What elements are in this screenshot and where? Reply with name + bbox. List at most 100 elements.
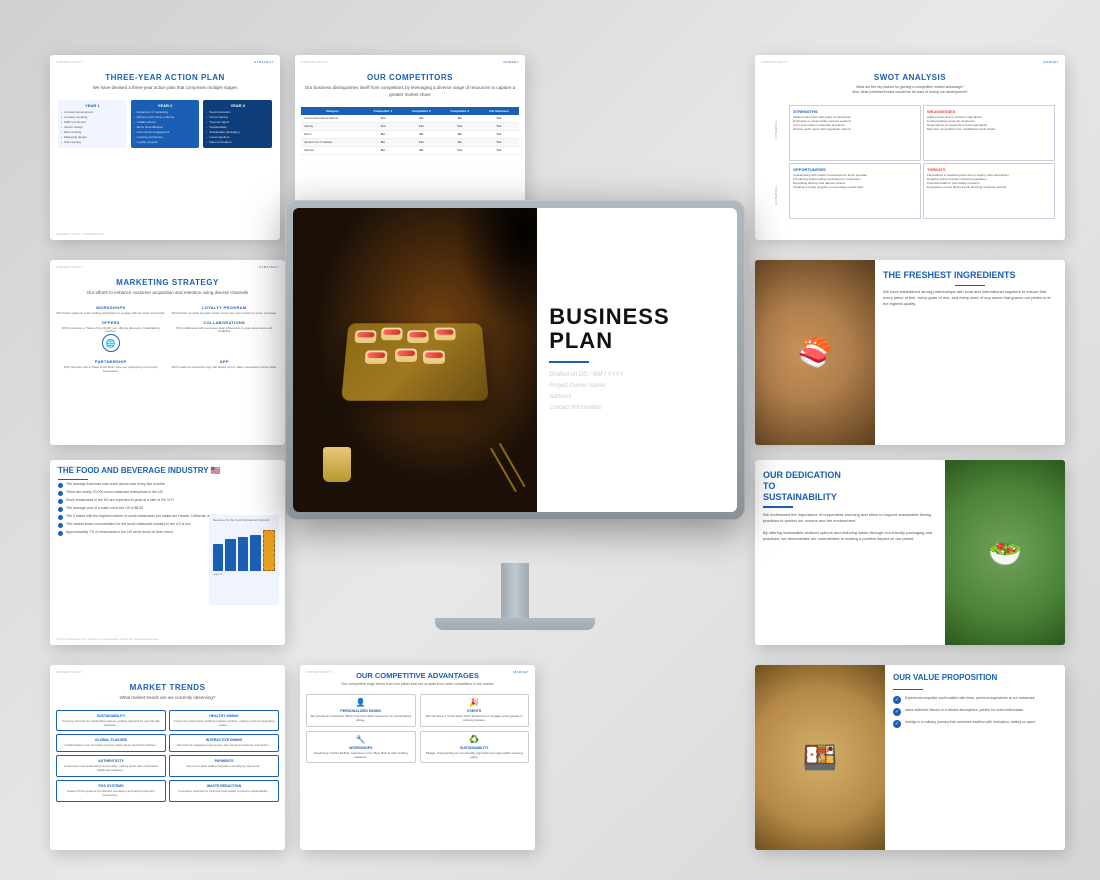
imac-screen-outer: BUSINESS PLAN Drafted on DD / MM / YYYY … (285, 200, 745, 520)
trend-sustainability: SUSTAINABILITY Growing demand for sustai… (56, 710, 166, 732)
bp-slide: BUSINESS PLAN Drafted on DD / MM / YYYY … (293, 208, 737, 512)
marketing-label-left: OPPORTUNITY (56, 265, 83, 269)
food-bev-item-2: There are nearly 20,000 sushi restaurant… (58, 490, 277, 496)
workshops-label: WORKSHOPS (310, 746, 412, 750)
comp-row-5-c1: No (364, 146, 402, 154)
swot-question: What are the key factors for gaining a c… (755, 85, 1065, 99)
trend-payments: PAYMENTS App and mobile wallet integrati… (169, 755, 279, 777)
marketing-subtitle: Our efforts to enhance customer acquisit… (50, 290, 285, 300)
comp-row-1-c1: Yes (364, 115, 402, 123)
competitors-table: Category Competitor 1 Competitor 2 Compe… (301, 107, 519, 155)
year-1-item-3: Staff recruitment (61, 120, 124, 124)
comp-row-5-us: Yes (479, 146, 519, 154)
sushi-piece-7 (423, 350, 445, 363)
slide-action-plan: OPPORTUNITY STRATEGY THREE-YEAR ACTION P… (50, 55, 280, 240)
bullet-2 (58, 491, 63, 496)
sushi-piece-4 (434, 328, 456, 341)
year-3-item-2: Cross-training (206, 115, 269, 119)
comp-col-3: Competitor 3 (441, 107, 479, 115)
value-prop-item-3-text: Indulge in a culinary journey that combi… (905, 720, 1036, 725)
year-1-item-5: Menu testing (61, 130, 124, 134)
check-icon-2: ✓ (893, 708, 901, 716)
mktg-offers-text: WOI introduces a 'Taste of the Month' se… (56, 327, 166, 335)
food-bev-item-6-text: The market share concentration for the s… (66, 522, 191, 526)
scene: OPPORTUNITY STRATEGY THREE-YEAR ACTION P… (0, 0, 1100, 880)
mktg-workshops: WORKSHOPS WOI hosts quarterly sushi-maki… (56, 305, 166, 316)
workshops-icon: 🔧 (310, 735, 412, 744)
mktg-collaborations-title: COLLABORATIONS (170, 320, 280, 325)
imac-screen-inner: BUSINESS PLAN Drafted on DD / MM / YYYY … (293, 208, 737, 512)
comp-row-4-us: Yes (479, 138, 519, 146)
comp-row-1: Last-minute Reservations Yes No No Yes (301, 115, 519, 123)
mktg-offers-title: OFFERS (56, 320, 166, 325)
comp-row-4-c3: No (441, 138, 479, 146)
trend-pos-title: POS SYSTEMS (60, 784, 162, 788)
bullet-6 (58, 523, 63, 528)
trend-waste-title: WASTE REDUCTION (173, 784, 275, 788)
comp-adv-personalized: 👤 PERSONALIZED DINING We provide an inte… (306, 694, 416, 727)
swot-weaknesses: WEAKNESSES Higher prices due to premium … (923, 105, 1055, 161)
mktg-partnership: PARTNERSHIP WOI partners with a 'Taste o… (56, 359, 166, 374)
swot-opportunities-text: Collaborating with nearby businesses for… (793, 174, 917, 190)
sustainability-title: OUR DEDICATIONTOSUSTAINABILITY (763, 470, 937, 502)
food-bev-line (58, 479, 88, 481)
swot-label-left: OPPORTUNITY (761, 60, 788, 64)
sushi-piece-2 (381, 328, 403, 341)
value-prop-item-1-text: Experience exquisite sushi crafted with … (905, 696, 1035, 701)
events-text: We introduce a 'Yoshi Sushi Chef' Experi… (424, 715, 526, 723)
mktg-offers: OFFERS WOI introduces a 'Taste of the Mo… (56, 320, 166, 356)
sushi-placeholder: 🍣 (755, 260, 875, 445)
bar-1 (213, 544, 223, 571)
ink-splash (457, 208, 537, 328)
bullet-3 (58, 499, 63, 504)
comp-adv-label-left: OPPORTUNITY (306, 670, 333, 674)
trend-pos: POS SYSTEMS Modern POS systems for effic… (56, 780, 166, 802)
action-plan-footer-left: BUSINESS PLAN - CONFIDENTIAL (56, 232, 105, 236)
value-prop-layout: 🍱 OUR VALUE PROPOSITION ✓ Experience exq… (755, 665, 1065, 850)
year-1-item-2: Location scouting (61, 115, 124, 119)
personalized-label: PERSONALIZED DINING (310, 709, 412, 713)
marketing-title: MARKETING STRATEGY (50, 270, 285, 290)
food-bev-item-1: The average American eats sushi about on… (58, 482, 277, 488)
comp-row-2: Variety Yes Yes Yes Yes (301, 122, 519, 130)
sushi-board (341, 323, 489, 400)
sushi-piece-6 (395, 349, 417, 362)
chopstick-1 (490, 448, 517, 492)
check-icon-1: ✓ (893, 696, 901, 704)
food-bev-item-3-text: Sushi restaurants in the US are expected… (66, 498, 174, 502)
sustainability-icon: ♻️ (424, 735, 526, 744)
swot-strengths-title: STRENGTHS (793, 109, 917, 114)
swot-label-internal: INTERNAL (771, 101, 781, 157)
comp-row-1-us: Yes (479, 115, 519, 123)
comp-col-category: Category (301, 107, 364, 115)
sustainability-image: 🥗 (945, 460, 1065, 645)
swot-title: SWOT ANALYSIS (755, 65, 1065, 85)
trend-global-title: GLOBAL FLAVORS (60, 738, 162, 742)
year-3-item-6: Local suppliers (206, 135, 269, 139)
comp-row-4-cat: Options for Omakase (301, 138, 364, 146)
comp-row-3-cat: Menu (301, 130, 364, 138)
competitors-table-wrap: Category Competitor 1 Competitor 2 Compe… (295, 102, 525, 160)
year-1-item-6: Marketing design (61, 135, 124, 139)
comp-col-2: Competitor 2 (402, 107, 440, 115)
food-bev-item-5-text: The 3 states with the highest number of … (66, 514, 229, 518)
comp-adv-title: OUR COMPETITIVE ADVANTAGES (300, 665, 535, 682)
sustainability-content: OUR DEDICATIONTOSUSTAINABILITY We unders… (755, 460, 945, 645)
trend-pos-text: Modern POS systems for efficient operati… (60, 790, 162, 798)
mktg-workshops-text: WOI hosts quarterly sushi-making worksho… (56, 312, 166, 316)
rolls-placeholder: 🍱 (755, 665, 885, 850)
swot-opportunities-title: OPPORTUNITIES (793, 167, 917, 172)
competitors-title: OUR COMPETITORS (295, 65, 525, 85)
year-2-item-4: Menu diversification (134, 125, 197, 129)
comp-col-1: Competitor 1 (364, 107, 402, 115)
personalized-text: We provide an interactive 'Build-Your-Ow… (310, 715, 412, 723)
sustainability-label: SUSTAINABILITY (424, 746, 526, 750)
slide-swot: OPPORTUNITY MARKET SWOT ANALYSIS What ar… (755, 55, 1065, 240)
trend-authenticity-title: AUTHENTICITY (60, 759, 162, 763)
slide-value-prop: 🍱 OUR VALUE PROPOSITION ✓ Experience exq… (755, 665, 1065, 850)
year-3-item-1: Second location (206, 110, 269, 114)
marketing-grid: WORKSHOPS WOI hosts quarterly sushi-maki… (50, 301, 285, 378)
comp-row-5-cat: Sauces (301, 146, 364, 154)
trend-waste: WASTE REDUCTION Innovative solutions to … (169, 780, 279, 802)
swot-external-text: EXTERNAL (774, 185, 778, 205)
